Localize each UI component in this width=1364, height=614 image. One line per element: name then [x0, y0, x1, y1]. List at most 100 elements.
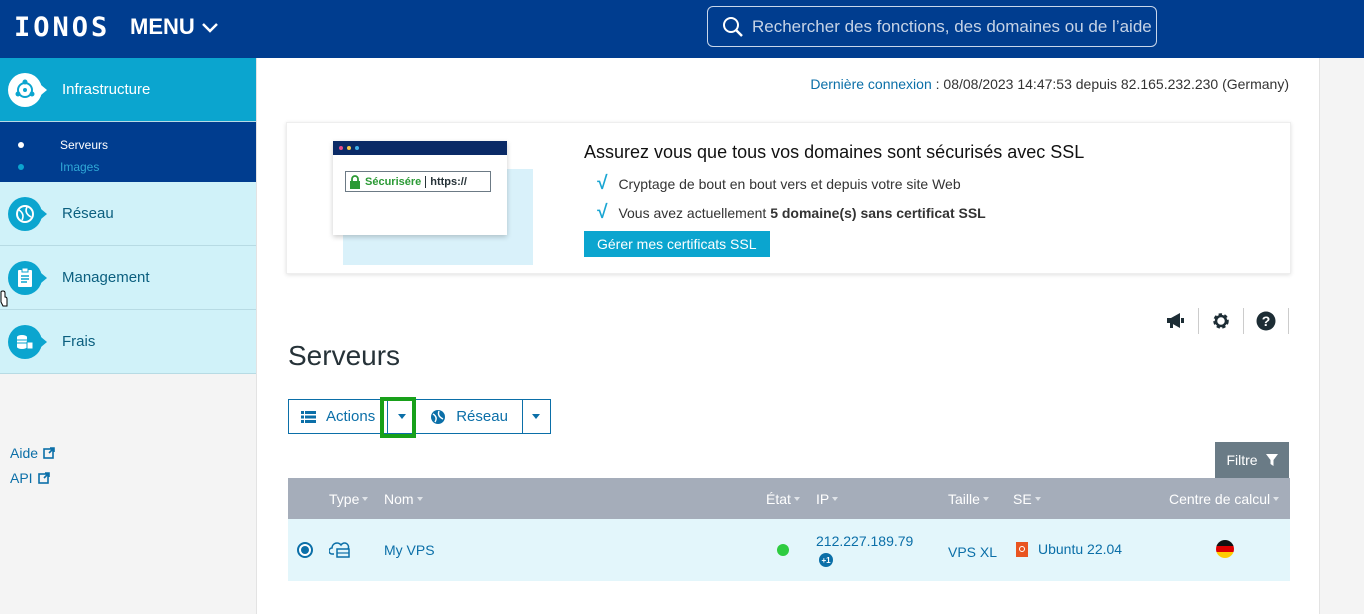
- network-globe-icon: [8, 196, 47, 231]
- ubuntu-icon: [1016, 541, 1028, 557]
- server-size: VPS XL: [948, 544, 998, 560]
- help-link[interactable]: Aide: [10, 440, 55, 465]
- sidebar-item-frais[interactable]: Frais: [0, 310, 256, 374]
- menu-label: MENU: [130, 14, 195, 39]
- infrastructure-icon: [8, 72, 47, 107]
- subitem-label: Serveurs: [60, 138, 109, 152]
- external-link-icon: [43, 446, 55, 459]
- column-header-type[interactable]: Type: [329, 490, 369, 507]
- actions-button[interactable]: Actions: [288, 399, 389, 434]
- promo-item: √ Cryptage de bout en bout vers et depui…: [596, 173, 961, 195]
- sidebar-item-reseau[interactable]: Réseau: [0, 182, 256, 246]
- check-icon: √: [596, 202, 607, 223]
- column-header-nom[interactable]: Nom: [384, 491, 423, 507]
- coins-icon: [8, 324, 47, 359]
- check-icon: √: [596, 173, 607, 194]
- filter-label: Filtre: [1226, 452, 1258, 468]
- top-bar: IONOS MENU: [0, 0, 1364, 58]
- page-tools: ?: [1154, 308, 1289, 334]
- sidebar-item-infrastructure[interactable]: Infrastructure: [0, 58, 256, 122]
- page-title: Serveurs: [288, 340, 401, 371]
- os-label: Ubuntu 22.04: [1038, 541, 1123, 557]
- clipboard-icon: [8, 260, 47, 295]
- table-row[interactable]: My VPS 212.227.189.79 +1 VPS XL Ubuntu 2…: [288, 519, 1290, 581]
- sidebar-subnav: Serveurs Images: [0, 122, 256, 182]
- filter-button[interactable]: Filtre: [1215, 442, 1289, 478]
- sidebar: Infrastructure Serveurs Images Réseau Ma…: [0, 58, 256, 614]
- api-link[interactable]: API: [10, 465, 55, 490]
- header-label: Centre de calcul: [1169, 490, 1271, 507]
- ssl-promo-card: Sécurisére https:// Assurez vous que tou…: [286, 122, 1291, 274]
- illustration-https-text: https://: [425, 175, 467, 188]
- column-header-etat[interactable]: État: [766, 491, 800, 507]
- last-login-info: Dernière connexion : 08/08/2023 14:47:53…: [810, 76, 1289, 92]
- search-input[interactable]: [752, 16, 1152, 37]
- row-select-radio[interactable]: [297, 542, 313, 558]
- column-header-taille[interactable]: Taille: [948, 491, 989, 507]
- header-label: Taille: [948, 490, 980, 507]
- lock-icon: [350, 174, 360, 189]
- gear-icon[interactable]: [1199, 308, 1244, 334]
- column-header-ip[interactable]: IP: [816, 490, 839, 507]
- last-login-value: : 08/08/2023 14:47:53 depuis 82.165.232.…: [931, 76, 1289, 92]
- column-header-centre[interactable]: Centre de calcul: [1169, 490, 1280, 507]
- chevron-down-icon: [201, 23, 218, 33]
- search-icon: [723, 16, 743, 37]
- reseau-dropdown-toggle[interactable]: [522, 399, 551, 434]
- promo-item-bold: 5 domaine(s) sans certificat SSL: [770, 205, 986, 221]
- reseau-label: Réseau: [456, 408, 508, 425]
- sidebar-item-label: Management: [62, 269, 150, 286]
- ip-extra-badge[interactable]: +1: [819, 553, 833, 567]
- search-box[interactable]: [707, 6, 1157, 47]
- status-running-indicator: [777, 544, 789, 556]
- column-header-se[interactable]: SE: [1013, 491, 1041, 507]
- manage-ssl-button[interactable]: Gérer mes certificats SSL: [584, 231, 770, 257]
- cloud-server-icon: [329, 540, 351, 558]
- subitem-label: Images: [60, 160, 100, 174]
- header-label: IP: [816, 490, 830, 507]
- bullet-icon: [18, 142, 24, 148]
- header-label: SE: [1013, 490, 1032, 507]
- servers-table: Type Nom État IP Taille SE Centre de cal…: [288, 478, 1290, 581]
- help-icon[interactable]: ?: [1244, 308, 1289, 334]
- caret-down-icon: [532, 414, 541, 419]
- server-os: Ubuntu 22.04: [1016, 541, 1122, 557]
- promo-title: Assurez vous que tous vos domaines sont …: [584, 142, 1085, 162]
- list-icon: [301, 410, 316, 423]
- megaphone-icon[interactable]: [1154, 308, 1199, 334]
- promo-item: √ Vous avez actuellement 5 domaine(s) sa…: [596, 202, 986, 224]
- germany-flag-icon: [1216, 540, 1234, 558]
- reseau-button[interactable]: Réseau: [416, 399, 523, 434]
- api-link-label: API: [10, 469, 33, 486]
- server-ip[interactable]: 212.227.189.79: [816, 533, 913, 549]
- sidebar-item-label: Frais: [62, 333, 96, 350]
- network-globe-icon: [431, 409, 446, 424]
- server-name-link[interactable]: My VPS: [384, 542, 435, 558]
- help-link-label: Aide: [10, 444, 39, 461]
- ionos-logo[interactable]: IONOS: [14, 12, 110, 43]
- sidebar-item-label: Réseau: [62, 205, 114, 222]
- table-header: Type Nom État IP Taille SE Centre de cal…: [288, 478, 1290, 519]
- illustration-secure-text: Sécurisére: [365, 175, 422, 188]
- ip-extra-count: +1: [819, 553, 833, 567]
- sidebar-item-management[interactable]: Management: [0, 246, 256, 310]
- mouse-cursor-icon: [0, 290, 8, 308]
- promo-item-text: Cryptage de bout en bout vers et depuis …: [618, 176, 961, 192]
- main-content: Dernière connexion : 08/08/2023 14:47:53…: [256, 58, 1320, 614]
- sidebar-subitem-images[interactable]: Images: [0, 156, 256, 178]
- header-label: Type: [329, 490, 360, 507]
- toolbar-button-group: Actions Réseau: [288, 399, 551, 434]
- caret-down-icon: [397, 414, 406, 419]
- header-label: Nom: [384, 490, 414, 507]
- sidebar-item-label: Infrastructure: [62, 81, 151, 98]
- ssl-illustration: Sécurisére https://: [327, 141, 533, 265]
- svg-text:?: ?: [1262, 313, 1271, 329]
- promo-item-prefix: Vous avez actuellement: [618, 205, 771, 221]
- last-login-link[interactable]: Dernière connexion: [810, 76, 931, 92]
- actions-label: Actions: [326, 408, 376, 425]
- sidebar-subitem-serveurs[interactable]: Serveurs: [0, 134, 256, 156]
- menu-button[interactable]: MENU: [130, 14, 219, 40]
- actions-dropdown-toggle[interactable]: [388, 399, 417, 434]
- filter-funnel-icon: [1265, 453, 1278, 466]
- external-link-icon: [37, 471, 50, 484]
